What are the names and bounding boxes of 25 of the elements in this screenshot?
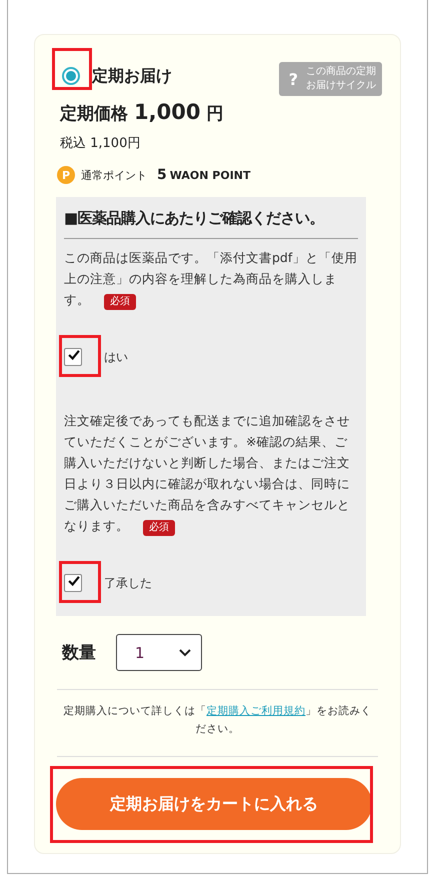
point-badge-icon: P bbox=[57, 166, 75, 184]
point-label: 通常ポイント bbox=[81, 168, 147, 182]
checkbox[interactable] bbox=[64, 574, 82, 592]
plan-label: 定期お届け bbox=[92, 66, 172, 86]
chevron-down-icon bbox=[179, 648, 191, 656]
notice-text: 注文確定後であっても配送までに追加確認をさせていただくことがございます。※確認の結果、ご購入いただけないと判断した場合、またはご注文日より３日以内に確認が取れない場合は、同時にご購入いただいた商品を含みすべてキャンセルとなります。 必須 bbox=[64, 410, 358, 536]
tax-included-price: 税込 1,100円 bbox=[60, 135, 142, 152]
quantity-select[interactable]: 1 bbox=[116, 634, 202, 671]
quantity-label: 数量 bbox=[62, 642, 96, 664]
confirmation-title: ■医薬品購入にあたりご確認ください。 bbox=[64, 209, 326, 228]
checkbox[interactable] bbox=[64, 348, 82, 366]
checkbox-label: はい bbox=[104, 348, 128, 366]
required-tag: 必須 bbox=[104, 294, 136, 310]
add-to-cart-button[interactable]: 定期お届けをカートに入れる bbox=[56, 778, 372, 830]
radio-button[interactable] bbox=[62, 67, 80, 85]
checkbox-label: 了承した bbox=[104, 574, 152, 592]
terms-link[interactable]: 定期購入ご利用規約 bbox=[206, 705, 306, 717]
price-label: 定期価格 bbox=[60, 103, 128, 125]
notice-text: この商品は医薬品です。「添付文書pdf」と「使用上の注意」の内容を理解した為商品を購入します。 必須 bbox=[64, 247, 358, 310]
point-unit: WAON POINT bbox=[170, 168, 251, 182]
price-unit: 円 bbox=[206, 103, 224, 125]
price-amount: 1,000 bbox=[134, 100, 200, 124]
terms-note: 定期購入について詳しくは「定期購入ご利用規約」をお読みください。 bbox=[62, 704, 372, 737]
point-value: 5 bbox=[157, 167, 167, 183]
required-tag: 必須 bbox=[143, 520, 175, 536]
